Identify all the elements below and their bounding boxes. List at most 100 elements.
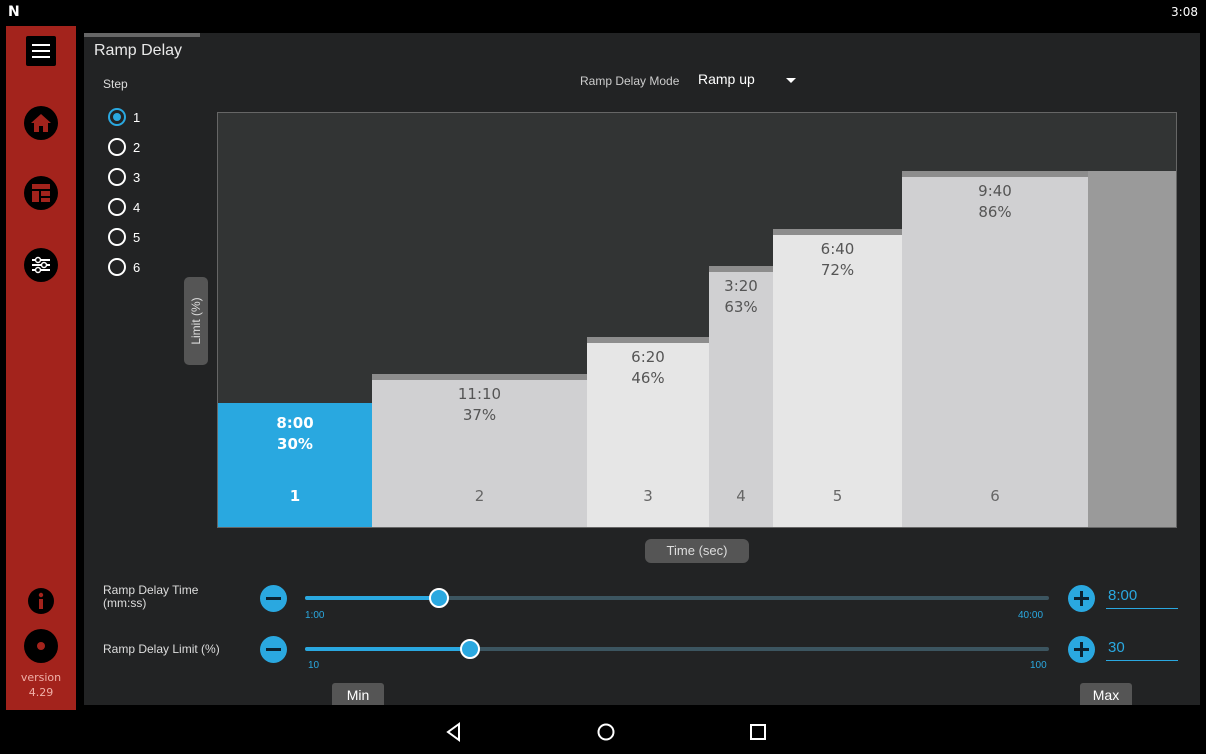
chart-bar-time: 3:20	[724, 277, 758, 295]
chart-bar-limit: 63%	[724, 298, 758, 316]
step-radio-6[interactable]: 6	[108, 256, 140, 278]
chart-bar-label: 6:20 46%	[587, 347, 709, 389]
chart-bar-step-number: 5	[832, 487, 843, 505]
chart-bar-cap	[902, 171, 1088, 177]
step-radio-label: 2	[133, 139, 141, 155]
home-icon[interactable]	[24, 106, 58, 140]
ramp-delay-time-label: Ramp Delay Time (mm:ss)	[103, 584, 198, 610]
chart-bar-step-number: 6	[990, 487, 1000, 505]
notification-logo-icon: N	[8, 4, 20, 20]
chart-bar-limit: 46%	[631, 369, 665, 387]
chart-bar-limit: 72%	[820, 261, 855, 279]
chart-bar-limit: 30%	[277, 435, 313, 453]
status-clock: 3:08	[1171, 5, 1198, 19]
chart-bar-time: 8:00	[276, 414, 314, 432]
chart-bar-step-number: 2	[474, 487, 485, 505]
chart-bar-time: 11:10	[457, 385, 502, 403]
time-slider-thumb[interactable]	[428, 588, 449, 608]
limit-increase-button[interactable]	[1068, 636, 1095, 663]
time-decrease-button[interactable]	[260, 585, 287, 612]
chart-tail-segment	[1088, 171, 1176, 527]
x-axis-label: Time (sec)	[645, 539, 749, 563]
limit-slider-track[interactable]	[305, 639, 1049, 659]
time-slider-track[interactable]	[305, 588, 1049, 608]
chart-bar-step-3[interactable]: 6:20 46% 3	[587, 337, 709, 527]
step-radio-2[interactable]: 2	[108, 136, 140, 158]
limit-value-field[interactable]: 30	[1106, 639, 1178, 661]
chart-bar-step-number: 1	[289, 487, 301, 505]
menu-icon[interactable]	[26, 36, 56, 66]
ramp-delay-mode-value: Ramp up	[698, 71, 755, 87]
min-button[interactable]: Min	[332, 683, 384, 705]
radio-button[interactable]	[108, 198, 126, 216]
chart-bar-label: 11:10 37%	[372, 384, 587, 426]
chart-bar-label: 6:40 72%	[773, 239, 902, 281]
step-radio-1[interactable]: 1	[108, 106, 140, 128]
limit-slider-fill	[305, 647, 471, 651]
y-axis-label-pill: Limit (%)	[184, 277, 208, 365]
time-slider-fill	[305, 596, 439, 600]
chart-bar-step-2[interactable]: 11:10 37% 2	[372, 374, 587, 527]
back-icon[interactable]	[442, 720, 466, 744]
radio-button[interactable]	[108, 138, 126, 156]
ramp-delay-time-label-line2: (mm:ss)	[103, 596, 147, 610]
dropdown-caret-icon	[786, 78, 796, 83]
gear-icon[interactable]	[24, 629, 58, 663]
step-radio-3[interactable]: 3	[108, 166, 140, 188]
ramp-delay-mode-select[interactable]: Ramp up	[698, 71, 808, 93]
chart-bar-cap	[372, 374, 587, 380]
time-max-label: 40:00	[1018, 610, 1044, 621]
version-label: version	[20, 671, 62, 684]
radio-button[interactable]	[108, 228, 126, 246]
limit-decrease-button[interactable]	[260, 636, 287, 663]
step-radio-5[interactable]: 5	[108, 226, 140, 248]
chart-bar-step-4[interactable]: 3:20 63% 4	[709, 266, 773, 527]
step-radio-label: 5	[133, 229, 141, 245]
chart-bar-time: 6:20	[631, 348, 665, 366]
chart-bar-time: 6:40	[820, 240, 855, 258]
ramp-delay-mode-label: Ramp Delay Mode	[580, 74, 680, 88]
chart-bar-time: 9:40	[978, 182, 1012, 200]
recents-icon[interactable]	[746, 720, 770, 744]
radio-button[interactable]	[108, 108, 126, 126]
chart-bar-step-number: 4	[736, 487, 746, 505]
step-radio-label: 1	[133, 109, 141, 125]
version-number: 4.29	[28, 686, 54, 699]
chart-bar-step-1[interactable]: 8:00 30% 1	[218, 403, 372, 527]
navigation-bar	[0, 710, 1206, 754]
main-panel: Ramp Delay Step 1 2 3 4 5 6 Ramp Delay M…	[84, 33, 1200, 705]
limit-max-label: 100	[1030, 660, 1047, 671]
radio-button[interactable]	[108, 168, 126, 186]
time-increase-button[interactable]	[1068, 585, 1095, 612]
chart-bar-step-5[interactable]: 6:40 72% 5	[773, 229, 902, 527]
step-radio-label: 4	[133, 199, 141, 215]
page-title: Ramp Delay	[94, 42, 183, 59]
step-label: Step	[103, 77, 128, 91]
step-radio-4[interactable]: 4	[108, 196, 140, 218]
chart-bar-limit: 86%	[978, 203, 1012, 221]
chart-bar-step-6[interactable]: 9:40 86% 6	[902, 171, 1088, 527]
title-tab-indicator	[84, 33, 200, 37]
chart-bar-label: 8:00 30%	[218, 413, 372, 455]
y-axis-label: Limit (%)	[189, 297, 203, 345]
chart-bar-label: 9:40 86%	[902, 181, 1088, 223]
max-button[interactable]: Max	[1080, 683, 1132, 705]
step-radio-label: 3	[133, 169, 141, 185]
limit-min-label: 10	[308, 660, 320, 671]
chart-bar-cap	[709, 266, 773, 272]
chart-bar-step-number: 3	[643, 487, 653, 505]
time-value-field[interactable]: 8:00	[1106, 587, 1178, 609]
settings-sliders-icon[interactable]	[24, 248, 58, 282]
time-min-label: 1:00	[305, 610, 325, 621]
limit-slider-thumb[interactable]	[460, 639, 481, 659]
step-radio-label: 6	[133, 259, 141, 275]
chart-bar-limit: 37%	[462, 406, 497, 424]
chart-bar-label: 3:20 63%	[709, 276, 773, 318]
ramp-delay-chart: 8:00 30% 1 11:10 37% 2 6:20 46% 3 3:20 63% 4 6:40 72%…	[217, 112, 1177, 528]
status-bar: N 3:08	[0, 0, 1206, 26]
info-icon[interactable]	[28, 588, 54, 614]
ramp-delay-limit-label: Ramp Delay Limit (%)	[103, 642, 220, 656]
dashboard-icon[interactable]	[24, 176, 58, 210]
home-nav-icon[interactable]	[594, 720, 618, 744]
radio-button[interactable]	[108, 258, 126, 276]
